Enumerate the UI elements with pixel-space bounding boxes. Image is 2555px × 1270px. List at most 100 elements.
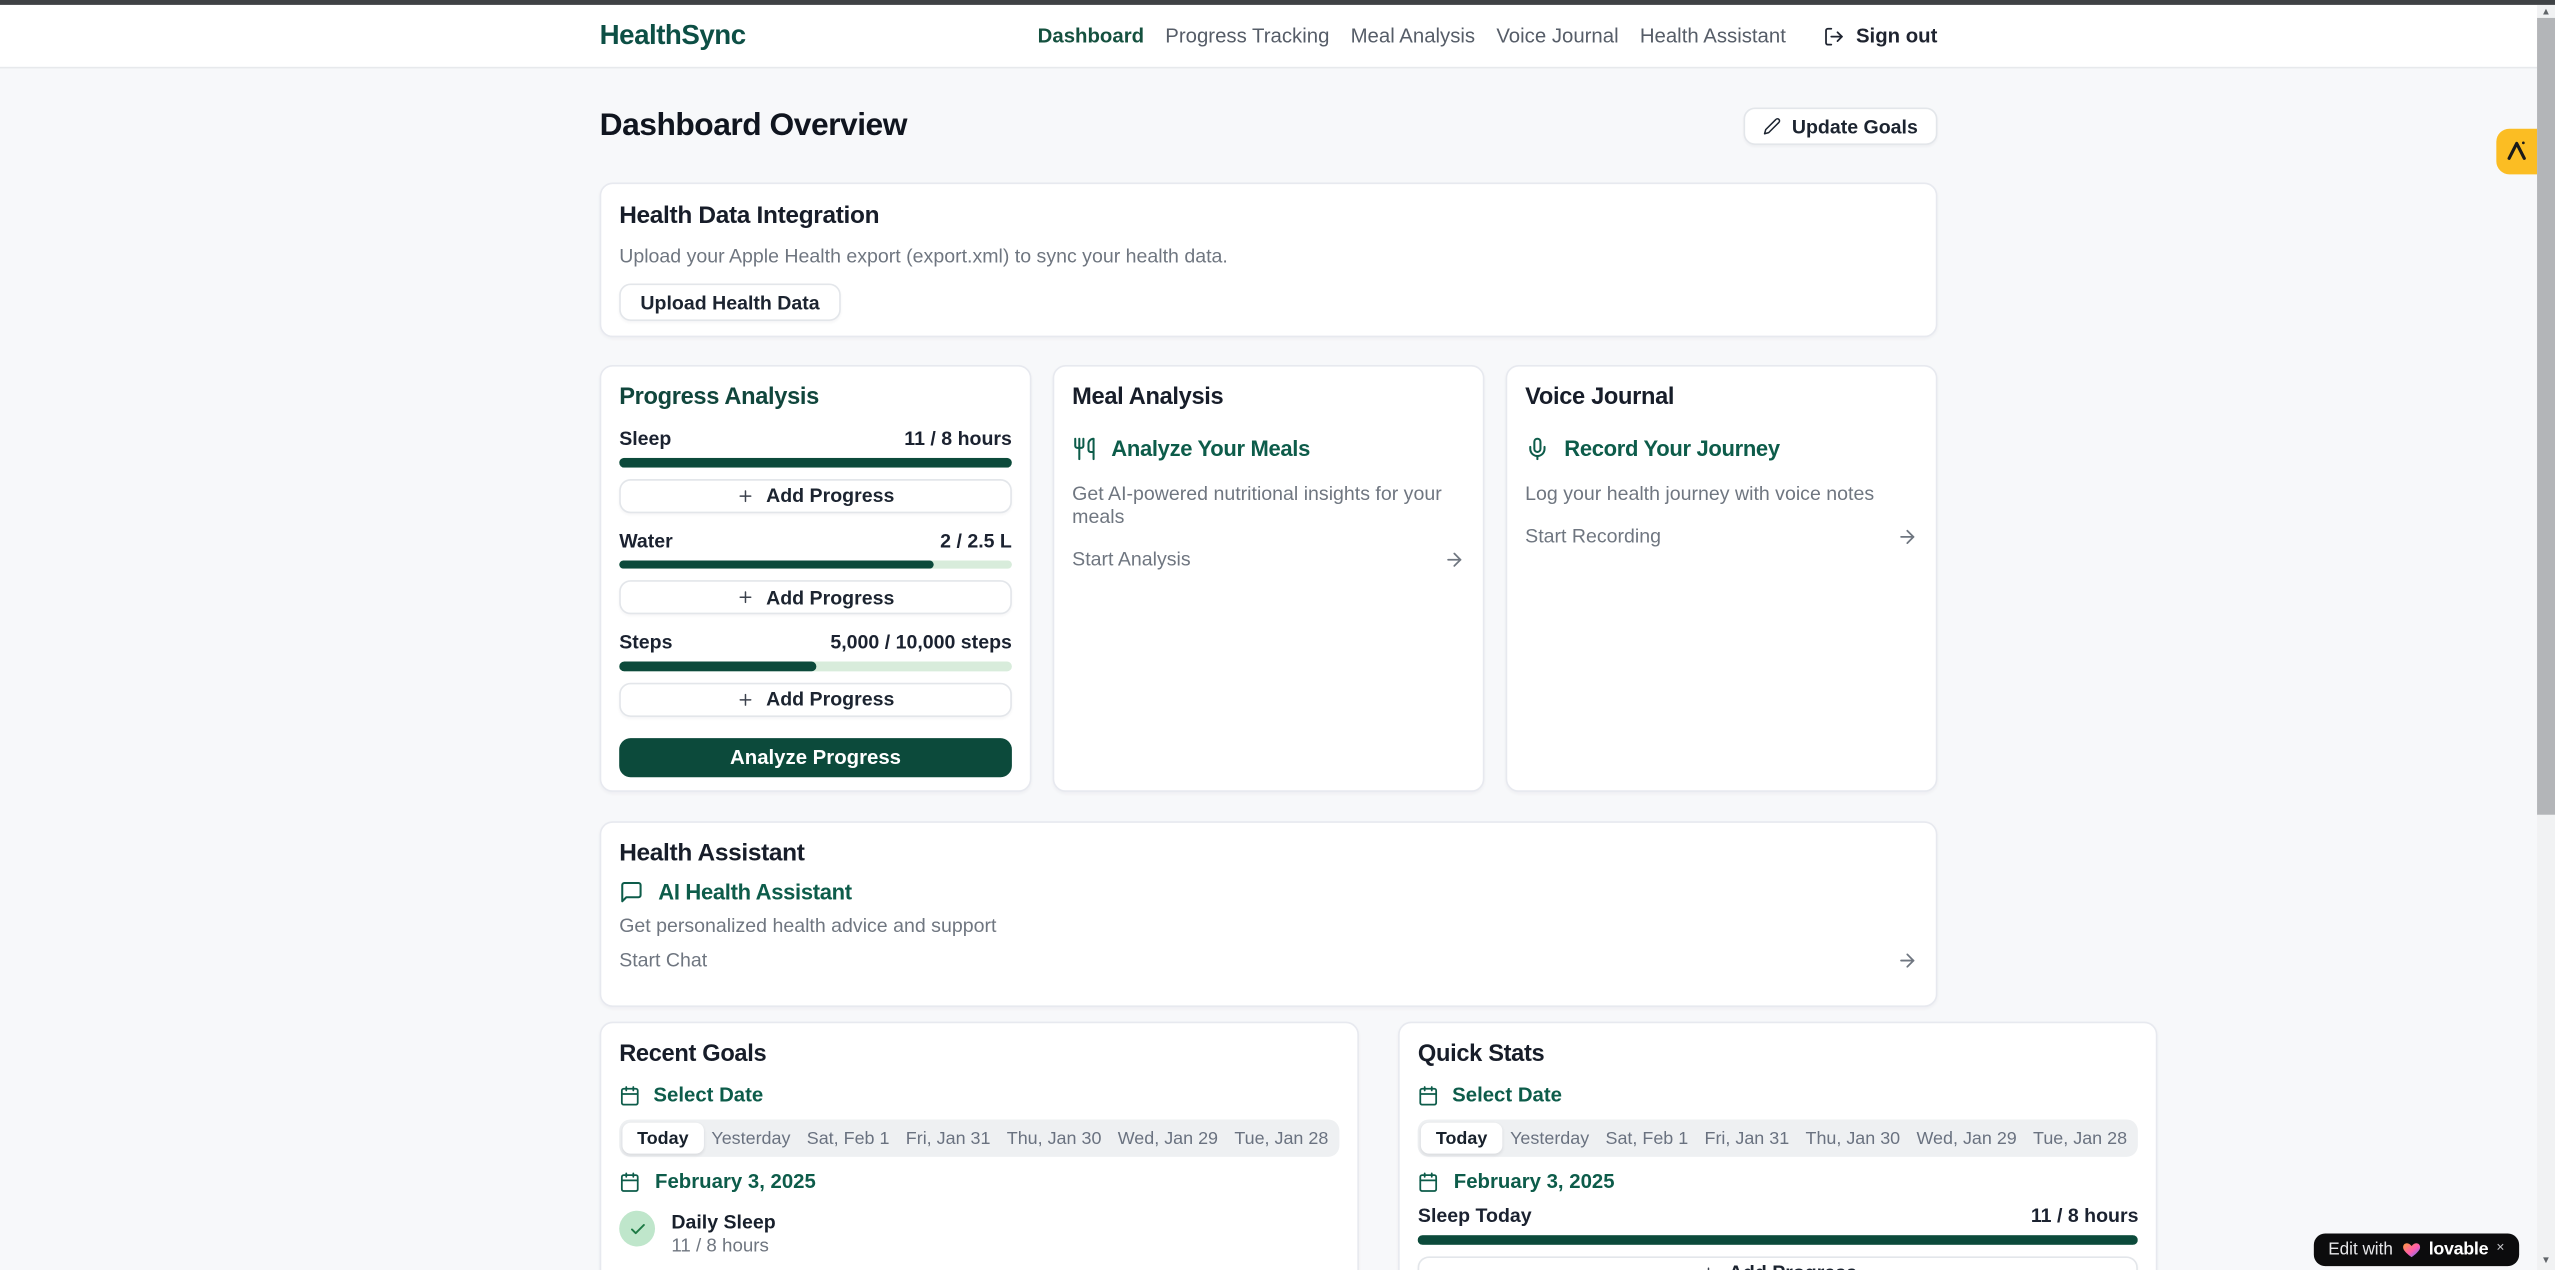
date-tab-today[interactable]: Today xyxy=(622,1123,703,1154)
progress-analysis-card: Progress Analysis Sleep 11 / 8 hours Add… xyxy=(600,365,1032,792)
browser-viewport: ▲ ▼ HealthSync Dashboard Progress Tracki… xyxy=(0,0,2555,1270)
metric-sleep-today: Sleep Today 11 / 8 hours Add Progress xyxy=(1418,1204,2139,1270)
metric-steps-label: Steps xyxy=(619,631,672,654)
nav-item-dashboard[interactable]: Dashboard xyxy=(1038,24,1144,47)
nav-item-health-assistant[interactable]: Health Assistant xyxy=(1640,24,1786,47)
goal-complete-badge xyxy=(619,1211,655,1247)
voice-journal-card: Voice Journal Record Your Journey Log yo… xyxy=(1506,365,1938,792)
goal-item-daily-sleep: Daily Sleep 11 / 8 hours xyxy=(619,1211,1340,1257)
lovable-side-tab-button[interactable] xyxy=(2496,128,2537,174)
metric-water-label: Water xyxy=(619,529,673,552)
health-data-integration-card: Health Data Integration Upload your Appl… xyxy=(600,182,1938,337)
date-tab-sat-feb-1[interactable]: Sat, Feb 1 xyxy=(1597,1123,1696,1154)
date-tab-tue-jan-28[interactable]: Tue, Jan 28 xyxy=(1226,1123,1336,1154)
add-water-progress-button[interactable]: Add Progress xyxy=(619,580,1012,614)
meal-analysis-description: Get AI-powered nutritional insights for … xyxy=(1072,482,1465,528)
badge-close-icon[interactable]: × xyxy=(2496,1238,2504,1254)
arrow-right-icon xyxy=(1444,548,1465,569)
quick-stats-date-tabs: Today Yesterday Sat, Feb 1 Fri, Jan 31 T… xyxy=(1418,1119,2139,1156)
metric-sleep-label: Sleep xyxy=(619,427,671,450)
edit-with-lovable-badge[interactable]: Edit with lovable × xyxy=(2314,1234,2520,1266)
calendar-icon xyxy=(1418,1084,1439,1105)
nav-item-meal-analysis[interactable]: Meal Analysis xyxy=(1351,24,1476,47)
recent-goals-select-date[interactable]: Select Date xyxy=(619,1084,1340,1107)
badge-prefix-label: Edit with xyxy=(2328,1240,2393,1260)
add-steps-progress-button[interactable]: Add Progress xyxy=(619,682,1012,716)
date-tab-yesterday[interactable]: Yesterday xyxy=(703,1123,798,1154)
start-chat-action[interactable]: Start Chat xyxy=(619,948,1918,971)
integration-card-description: Upload your Apple Health export (export.… xyxy=(619,244,1918,267)
start-analysis-action[interactable]: Start Analysis xyxy=(1072,547,1465,570)
select-date-label: Select Date xyxy=(1452,1084,1562,1107)
ai-health-assistant-link[interactable]: AI Health Assistant xyxy=(619,880,1918,904)
analyze-your-meals-link[interactable]: Analyze Your Meals xyxy=(1072,437,1465,461)
date-tab-wed-jan-29[interactable]: Wed, Jan 29 xyxy=(1908,1123,2025,1154)
update-goals-button[interactable]: Update Goals xyxy=(1743,108,1937,145)
recent-goals-card: Recent Goals Select Date Today Yesterday… xyxy=(600,1022,1360,1270)
metric-water: Water 2 / 2.5 L Add Progress xyxy=(619,529,1012,615)
utensils-icon xyxy=(1072,437,1096,461)
sleep-today-label: Sleep Today xyxy=(1418,1204,1532,1227)
arrow-right-icon xyxy=(1897,949,1918,970)
sleep-today-progress-track xyxy=(1418,1235,2139,1244)
sign-out-button[interactable]: Sign out xyxy=(1823,24,1937,47)
start-chat-label: Start Chat xyxy=(619,948,707,971)
meal-analysis-card: Meal Analysis Analyze Your Meals Get AI-… xyxy=(1053,365,1485,792)
quick-stats-title: Quick Stats xyxy=(1418,1041,2139,1067)
brand-logo[interactable]: HealthSync xyxy=(600,20,746,53)
health-assistant-card: Health Assistant AI Health Assistant Get… xyxy=(600,821,1938,1007)
start-recording-action[interactable]: Start Recording xyxy=(1525,525,1918,548)
start-recording-label: Start Recording xyxy=(1525,525,1661,548)
nav-item-progress-tracking[interactable]: Progress Tracking xyxy=(1165,24,1329,47)
selected-date-label: February 3, 2025 xyxy=(655,1170,816,1193)
date-tab-fri-jan-31[interactable]: Fri, Jan 31 xyxy=(1696,1123,1797,1154)
add-progress-label: Add Progress xyxy=(766,688,894,711)
add-sleep-progress-button[interactable]: Add Progress xyxy=(619,478,1012,512)
plus-icon xyxy=(737,486,755,504)
pencil-icon xyxy=(1762,117,1780,135)
date-tab-sat-feb-1[interactable]: Sat, Feb 1 xyxy=(799,1123,898,1154)
metric-steps-value: 5,000 / 10,000 steps xyxy=(830,631,1012,654)
select-date-label: Select Date xyxy=(653,1084,763,1107)
water-progress-track xyxy=(619,560,1012,569)
chat-bubble-icon xyxy=(619,880,643,904)
browser-scrollbar[interactable]: ▲ ▼ xyxy=(2537,5,2555,1270)
quick-stats-select-date[interactable]: Select Date xyxy=(1418,1084,2139,1107)
badge-brand-label: lovable xyxy=(2429,1240,2489,1260)
analyze-progress-button[interactable]: Analyze Progress xyxy=(619,737,1012,777)
plus-icon xyxy=(737,690,755,708)
date-tab-tue-jan-28[interactable]: Tue, Jan 28 xyxy=(2025,1123,2135,1154)
sign-out-label: Sign out xyxy=(1856,24,1937,47)
plus-icon xyxy=(1699,1264,1717,1270)
metric-steps: Steps 5,000 / 10,000 steps Add Progress xyxy=(619,631,1012,717)
date-tab-today[interactable]: Today xyxy=(1421,1123,1502,1154)
sleep-today-value: 11 / 8 hours xyxy=(2031,1204,2139,1227)
quick-stats-add-progress-button[interactable]: Add Progress xyxy=(1418,1255,2139,1270)
recent-goals-date-tabs: Today Yesterday Sat, Feb 1 Fri, Jan 31 T… xyxy=(619,1119,1340,1156)
metric-sleep-value: 11 / 8 hours xyxy=(904,427,1012,450)
record-your-journey-link[interactable]: Record Your Journey xyxy=(1525,437,1918,461)
calendar-icon xyxy=(619,1084,640,1105)
date-tab-wed-jan-29[interactable]: Wed, Jan 29 xyxy=(1110,1123,1227,1154)
scrollbar-down-arrow[interactable]: ▼ xyxy=(2537,1252,2555,1268)
date-tab-fri-jan-31[interactable]: Fri, Jan 31 xyxy=(898,1123,999,1154)
progress-analysis-title: Progress Analysis xyxy=(619,385,1012,411)
sleep-progress-fill xyxy=(619,458,1012,467)
recent-goals-title: Recent Goals xyxy=(619,1041,1340,1067)
date-tab-thu-jan-30[interactable]: Thu, Jan 30 xyxy=(999,1123,1110,1154)
metric-water-value: 2 / 2.5 L xyxy=(940,529,1012,552)
date-tab-yesterday[interactable]: Yesterday xyxy=(1502,1123,1597,1154)
voice-journal-description: Log your health journey with voice notes xyxy=(1525,482,1918,505)
steps-progress-track xyxy=(619,662,1012,671)
record-your-journey-label: Record Your Journey xyxy=(1564,437,1779,461)
date-tab-thu-jan-30[interactable]: Thu, Jan 30 xyxy=(1797,1123,1908,1154)
upload-health-data-button[interactable]: Upload Health Data xyxy=(619,284,841,321)
nav-item-voice-journal[interactable]: Voice Journal xyxy=(1496,24,1618,47)
goal-value: 11 / 8 hours xyxy=(671,1237,775,1257)
ai-health-assistant-label: AI Health Assistant xyxy=(658,880,851,904)
scrollbar-thumb[interactable] xyxy=(2537,18,2555,815)
analyze-your-meals-label: Analyze Your Meals xyxy=(1111,437,1310,461)
voice-journal-title: Voice Journal xyxy=(1525,385,1918,411)
water-progress-fill xyxy=(619,560,933,569)
main-content: Dashboard Overview Update Goals Health D… xyxy=(0,108,2537,1270)
